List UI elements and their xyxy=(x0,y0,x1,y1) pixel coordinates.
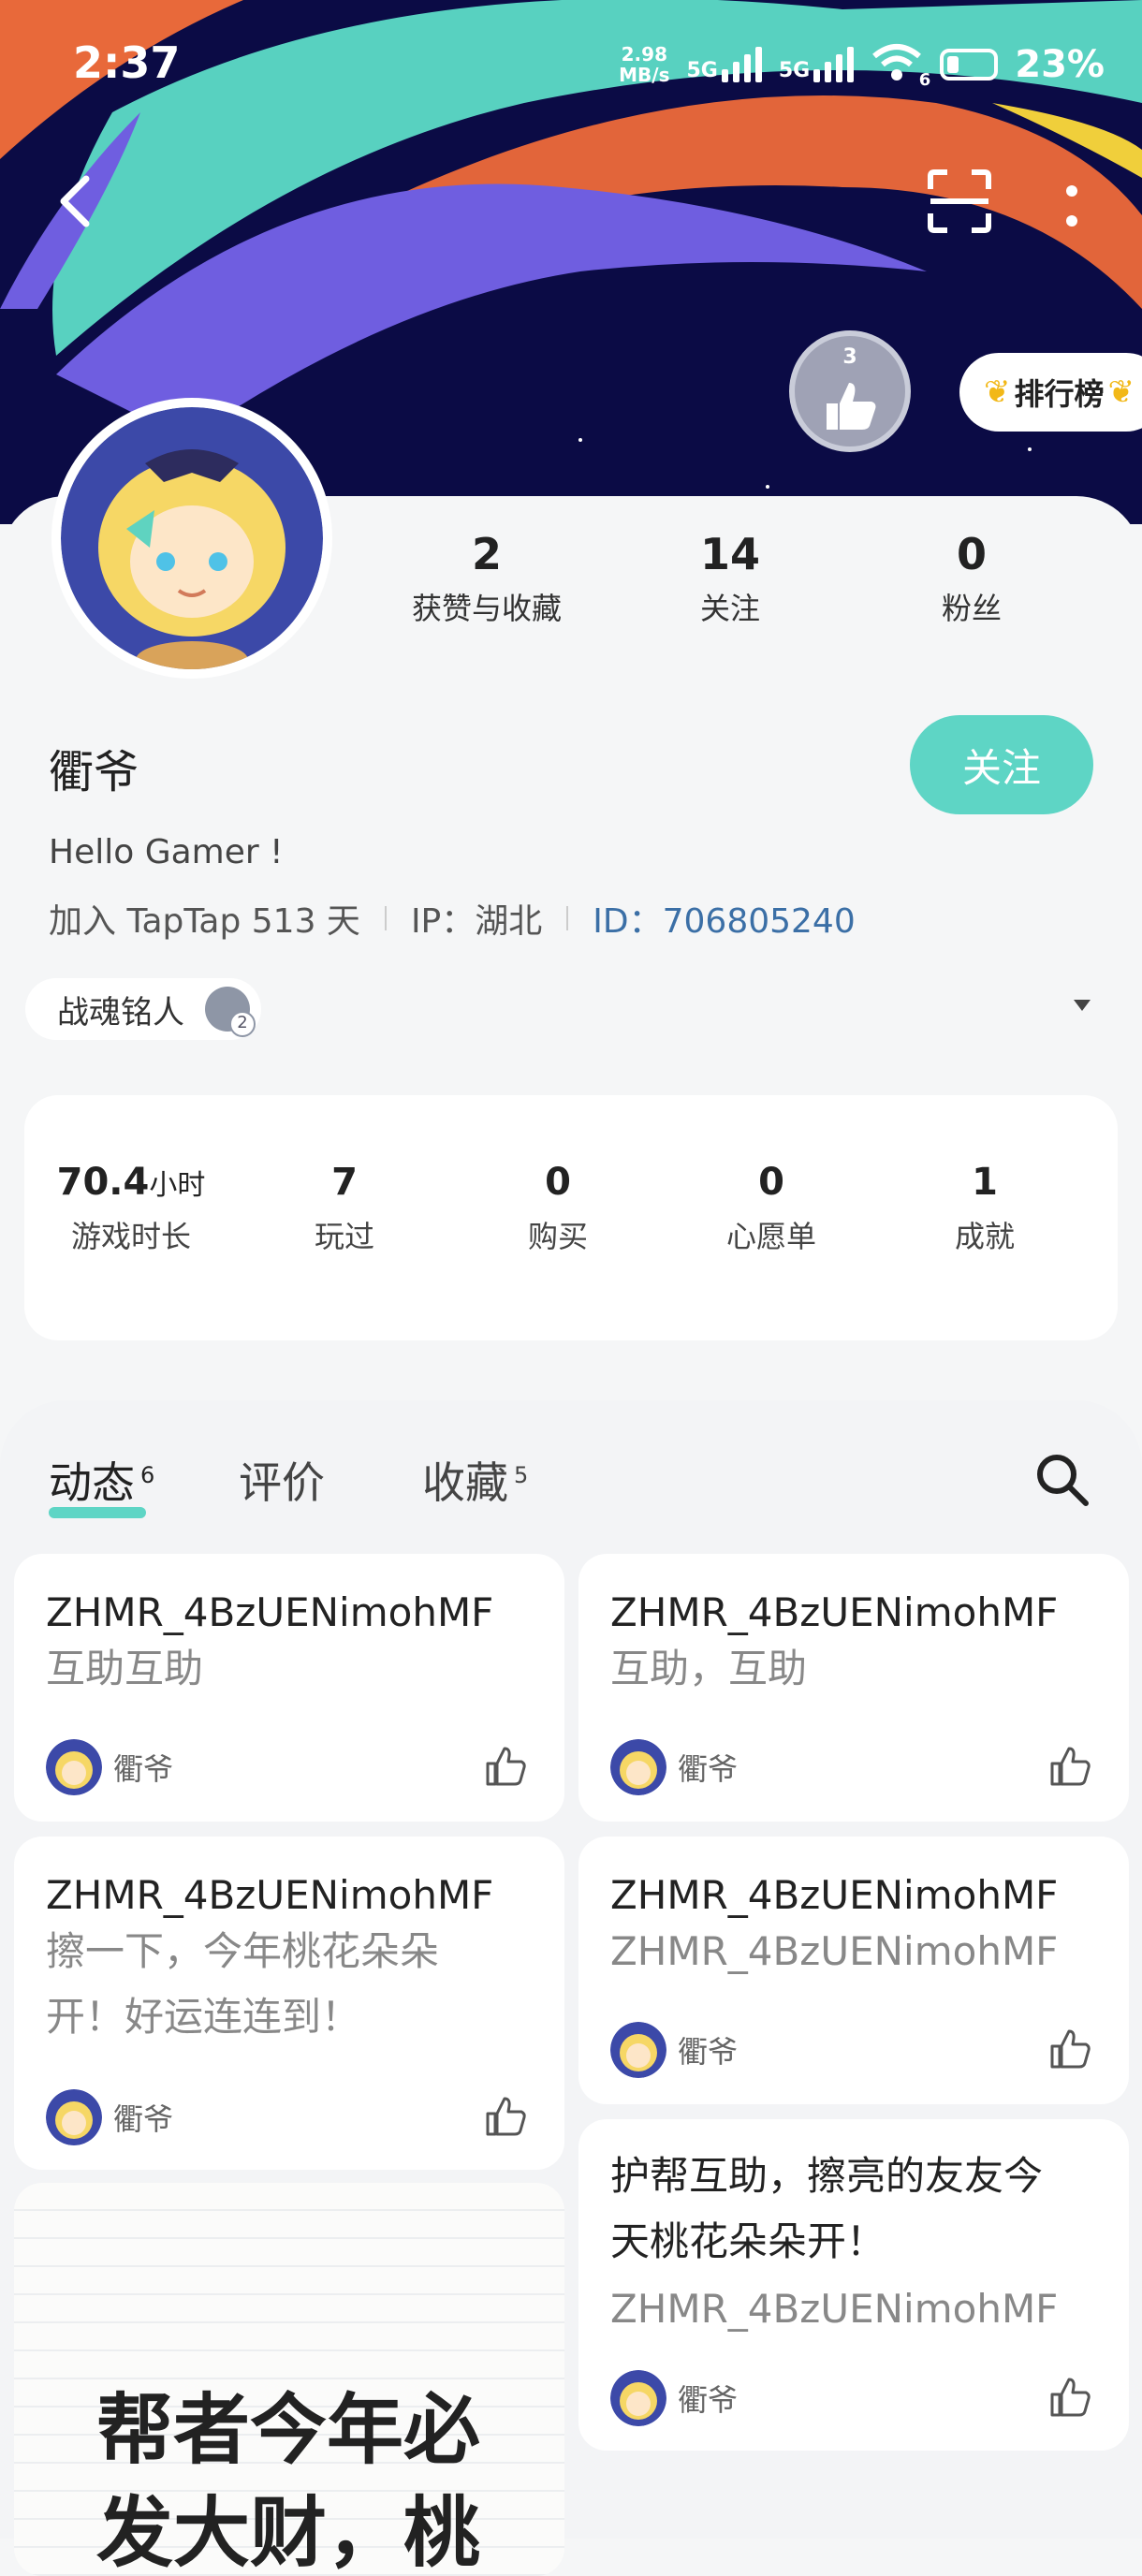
thumbs-up-icon[interactable] xyxy=(1047,2376,1091,2421)
laurel-icon: ❦ xyxy=(984,373,1011,411)
post-author[interactable]: 衢爷 xyxy=(46,1739,173,1795)
promo-text: 帮者今年必 发大财，桃 xyxy=(96,2386,481,2576)
scan-icon[interactable] xyxy=(927,168,992,234)
tab-reviews[interactable]: 评价 xyxy=(239,1449,325,1511)
avatar xyxy=(46,2089,102,2145)
post-title: ZHMR_4BzUENimohMF xyxy=(610,1872,1059,1918)
post-subtitle: ZHMR_4BzUENimohMF xyxy=(610,2286,1059,2332)
join-days: 加入 TapTap 513 天 xyxy=(49,902,360,941)
status-time: 2:37 xyxy=(73,37,181,88)
thumbs-up-icon[interactable] xyxy=(1047,1745,1091,1790)
battery-icon xyxy=(940,49,999,80)
laurel-icon: ❦ xyxy=(1107,373,1135,411)
follow-button[interactable]: 关注 xyxy=(910,715,1093,814)
user-id[interactable]: ID：706805240 xyxy=(593,894,855,943)
stat-achievements[interactable]: 1 成就 xyxy=(878,1161,1091,1256)
stat-likes[interactable]: 2 获赞与收藏 xyxy=(374,529,599,628)
post-author[interactable]: 衢爷 xyxy=(610,2370,738,2426)
chevron-down-icon[interactable] xyxy=(1074,1000,1091,1011)
wifi-icon: 6 xyxy=(871,43,930,90)
leaderboard-button[interactable]: ❦ 排行榜 ❦ xyxy=(959,353,1142,432)
status-icons: 2.98 MB/s 5G 5G 6 23% xyxy=(619,43,1105,90)
stat-following[interactable]: 14 关注 xyxy=(618,529,842,628)
stat-played[interactable]: 7 玩过 xyxy=(238,1161,451,1256)
game-title-chip[interactable]: 战魂铭人 xyxy=(25,978,261,1040)
back-icon[interactable] xyxy=(56,173,94,229)
post-title: ZHMR_4BzUENimohMF xyxy=(46,1589,494,1635)
avatar xyxy=(46,1739,102,1795)
bio: Hello Gamer ! xyxy=(49,833,284,871)
post-text: 互助互助 xyxy=(46,1646,204,1691)
stat-playtime[interactable]: 70.4小时 游戏时长 xyxy=(24,1161,238,1256)
avatar-image xyxy=(61,407,323,679)
avatar xyxy=(610,1739,666,1795)
post-text: 互助，互助 xyxy=(610,1646,808,1691)
avatar[interactable] xyxy=(51,398,332,679)
battery-level: 23% xyxy=(1015,43,1105,86)
thumbs-up-icon xyxy=(827,383,876,430)
thumbs-up-icon[interactable] xyxy=(482,2095,527,2140)
post-author[interactable]: 衢爷 xyxy=(610,2022,738,2078)
divider xyxy=(566,906,569,930)
signal-icon: 5G xyxy=(779,47,855,82)
username: 衢爷 xyxy=(49,746,139,798)
post-card[interactable]: ZHMR_4BzUENimohMF 擦一下，今年桃花朵朵 开！好运连连到！ 衢爷 xyxy=(14,1837,564,2170)
post-card[interactable]: ZHMR_4BzUENimohMF 互助，互助 衢爷 xyxy=(578,1554,1129,1822)
post-author[interactable]: 衢爷 xyxy=(610,1739,738,1795)
post-image-card[interactable]: 帮者今年必 发大财，桃 xyxy=(14,2183,564,2576)
thumbs-up-icon[interactable] xyxy=(1047,2027,1091,2072)
profile-meta: 加入 TapTap 513 天 IP：湖北 ID：706805240 xyxy=(49,894,856,943)
level-badge-icon xyxy=(205,987,256,1037)
post-card[interactable]: 护帮互助，擦亮的友友今 天桃花朵朵开！ ZHMR_4BzUENimohMF 衢爷 xyxy=(578,2119,1129,2451)
post-author[interactable]: 衢爷 xyxy=(46,2089,173,2145)
search-icon[interactable] xyxy=(1033,1451,1090,1507)
divider xyxy=(384,906,387,930)
game-stats-card: 70.4小时 游戏时长 7 玩过 0 购买 0 心愿单 1 成就 xyxy=(24,1095,1118,1340)
thumbs-up-icon[interactable] xyxy=(482,1745,527,1790)
post-text: ZHMR_4BzUENimohMF xyxy=(610,1928,1059,1974)
stat-purchased[interactable]: 0 购买 xyxy=(451,1161,665,1256)
stat-wishlist[interactable]: 0 心愿单 xyxy=(665,1161,878,1256)
post-card[interactable]: ZHMR_4BzUENimohMF ZHMR_4BzUENimohMF 衢爷 xyxy=(578,1837,1129,2104)
post-text: 护帮互助，擦亮的友友今 天桃花朵朵开！ xyxy=(610,2153,1044,2264)
active-tab-indicator xyxy=(49,1507,146,1518)
ip-location: IP：湖北 xyxy=(410,902,543,941)
tab-activity[interactable]: 动态 6 xyxy=(49,1449,154,1511)
tab-favorites[interactable]: 收藏 5 xyxy=(422,1449,528,1511)
post-title: ZHMR_4BzUENimohMF xyxy=(46,1872,494,1918)
status-bar: 2:37 2.98 MB/s 5G 5G 6 23% xyxy=(0,0,1142,131)
avatar xyxy=(610,2370,666,2426)
post-title: ZHMR_4BzUENimohMF xyxy=(610,1589,1059,1635)
post-text: 擦一下，今年桃花朵朵 开！好运连连到！ xyxy=(46,1928,440,2040)
avatar xyxy=(610,2022,666,2078)
stat-followers[interactable]: 0 粉丝 xyxy=(859,529,1084,628)
signal-icon: 5G xyxy=(687,47,762,82)
network-speed: 2.98 MB/s xyxy=(619,43,670,86)
achievement-medal[interactable]: 3 xyxy=(789,330,911,452)
post-card[interactable]: ZHMR_4BzUENimohMF 互助互助 衢爷 xyxy=(14,1554,564,1822)
more-icon[interactable] xyxy=(1058,178,1086,234)
